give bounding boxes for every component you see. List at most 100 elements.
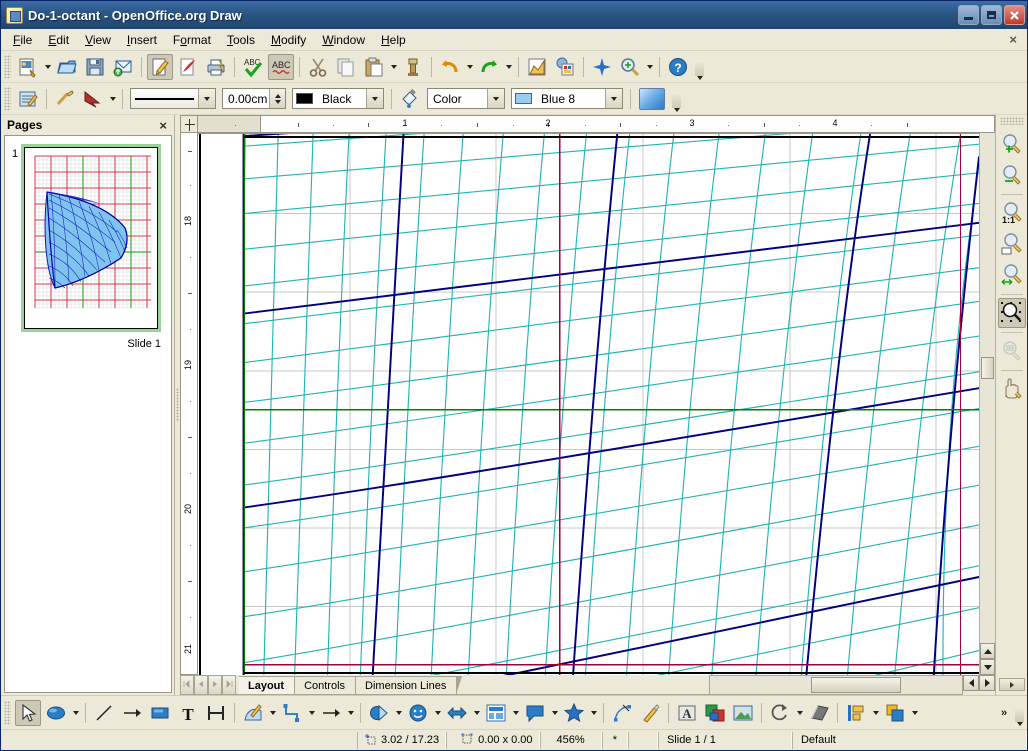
hscrollbar-thumb[interactable]: [810, 677, 901, 693]
minimize-button[interactable]: [958, 5, 979, 25]
autospellcheck-icon[interactable]: ABC: [268, 53, 294, 80]
chart-icon[interactable]: [524, 54, 550, 80]
text-icon[interactable]: T: [175, 700, 201, 726]
line-width-stepper[interactable]: [269, 89, 285, 108]
curve-icon[interactable]: [240, 700, 266, 726]
drawing-toolbar-overflow[interactable]: »: [996, 698, 1012, 728]
vscrollbar-track[interactable]: [980, 133, 995, 643]
select-icon[interactable]: [15, 699, 41, 726]
tab-first-button[interactable]: [180, 675, 194, 695]
arrange-dropdown[interactable]: [909, 700, 920, 726]
align-objects-icon[interactable]: [843, 700, 869, 726]
pages-list[interactable]: 1 Slide 1: [4, 135, 172, 693]
line-icon[interactable]: [91, 700, 117, 726]
undo-dropdown[interactable]: [464, 54, 475, 80]
dimension-line-icon[interactable]: [203, 700, 229, 726]
glue-points-icon[interactable]: [637, 700, 663, 726]
stars-dropdown[interactable]: [588, 700, 599, 726]
zoom-previous-icon[interactable]: [998, 336, 1026, 366]
send-document-as-email-icon[interactable]: [110, 54, 136, 80]
new-document-dropdown[interactable]: [42, 54, 53, 80]
basic-shapes-icon[interactable]: [366, 700, 392, 726]
copy-icon[interactable]: [333, 54, 359, 80]
zoom-level-field[interactable]: 456%: [539, 731, 602, 749]
block-arrows-icon[interactable]: [444, 700, 470, 726]
redo-icon[interactable]: [476, 54, 502, 80]
line-color-combo[interactable]: Black: [292, 88, 384, 109]
zoom-100-percent-icon[interactable]: 1:1: [998, 198, 1026, 228]
gallery-icon[interactable]: [552, 54, 578, 80]
horizontal-ruler[interactable]: 1 2 3 4: [198, 115, 995, 133]
ellipse-icon[interactable]: [43, 700, 69, 726]
export-as-pdf-icon[interactable]: [175, 54, 201, 80]
flowchart-icon[interactable]: [483, 700, 509, 726]
scroll-left-button[interactable]: [963, 675, 980, 691]
zoom-icon[interactable]: [617, 54, 643, 80]
arrow-style-icon[interactable]: [80, 86, 106, 112]
fill-color-dropdown[interactable]: [605, 89, 622, 108]
rectangle-icon[interactable]: [147, 700, 173, 726]
rotate-dropdown[interactable]: [794, 700, 805, 726]
line-width-value[interactable]: 0.00cm: [223, 92, 269, 106]
horizontal-scrollbar[interactable]: [709, 675, 996, 695]
undo-icon[interactable]: [437, 54, 463, 80]
scroll-down-button[interactable]: [980, 659, 995, 675]
menu-view[interactable]: View: [77, 30, 119, 50]
restore-button[interactable]: [981, 5, 1002, 25]
open-document-icon[interactable]: [54, 54, 80, 80]
scroll-right-button[interactable]: [979, 675, 996, 691]
line-width-spinner[interactable]: 0.00cm: [222, 88, 286, 109]
vscrollbar-thumb[interactable]: [981, 357, 994, 380]
tab-previous-button[interactable]: [194, 675, 208, 695]
zoom-dropdown[interactable]: [644, 54, 655, 80]
shadow-icon[interactable]: [639, 87, 665, 110]
menu-tools[interactable]: Tools: [219, 30, 263, 50]
line-and-filling-icon[interactable]: [15, 86, 41, 112]
tab-layout[interactable]: Layout: [239, 676, 301, 694]
lines-and-arrows-icon[interactable]: [318, 700, 344, 726]
connector-dropdown[interactable]: [306, 700, 317, 726]
standard-toolbar-overflow[interactable]: [694, 54, 705, 80]
zoom-toolbar-overflow[interactable]: [998, 678, 1025, 691]
extrusion-on-off-icon[interactable]: [806, 700, 832, 726]
toolbar-grip[interactable]: [4, 86, 11, 111]
drawing-canvas[interactable]: [198, 133, 979, 675]
zoom-object-icon[interactable]: [997, 298, 1026, 328]
stars-icon[interactable]: [561, 700, 587, 726]
points-icon[interactable]: [609, 700, 635, 726]
tab-dimension-lines[interactable]: Dimension Lines: [356, 676, 463, 694]
arrange-icon[interactable]: [882, 700, 908, 726]
new-document-icon[interactable]: [15, 54, 41, 80]
menu-window[interactable]: Window: [314, 30, 373, 50]
arrow-style-dropdown[interactable]: [107, 86, 118, 112]
line-ends-with-arrow-icon[interactable]: [119, 700, 145, 726]
zoom-page-icon[interactable]: [998, 229, 1026, 259]
menu-file[interactable]: File: [5, 30, 40, 50]
vertical-ruler[interactable]: 18 19 20 21: [180, 133, 198, 675]
tab-last-button[interactable]: [222, 675, 236, 695]
vertical-scrollbar[interactable]: [979, 133, 995, 675]
clone-formatting-icon[interactable]: [400, 54, 426, 80]
line-style-dropdown[interactable]: [198, 89, 215, 108]
hscrollbar-track[interactable]: [709, 675, 964, 695]
fontwork-icon[interactable]: A: [674, 700, 700, 726]
help-icon[interactable]: ?: [665, 54, 691, 80]
zoom-page-width-icon[interactable]: [998, 260, 1026, 290]
fill-style-dropdown[interactable]: [487, 89, 504, 108]
close-icon[interactable]: ×: [156, 118, 170, 133]
close-button[interactable]: [1004, 5, 1025, 25]
fill-color-combo[interactable]: Blue 8: [511, 88, 623, 109]
curve-dropdown[interactable]: [267, 700, 278, 726]
from-file-icon[interactable]: [702, 700, 728, 726]
callouts-dropdown[interactable]: [549, 700, 560, 726]
menu-edit[interactable]: Edit: [40, 30, 77, 50]
effects-icon[interactable]: [589, 54, 615, 80]
spelling-icon[interactable]: ABC: [240, 54, 266, 80]
ruler-origin-icon[interactable]: [180, 115, 198, 133]
shift-icon[interactable]: [998, 374, 1026, 404]
zoom-in-icon[interactable]: [998, 129, 1026, 159]
rotate-icon[interactable]: [767, 700, 793, 726]
connector-icon[interactable]: [279, 700, 305, 726]
menu-format[interactable]: Format: [165, 30, 219, 50]
paste-icon[interactable]: [361, 54, 387, 80]
